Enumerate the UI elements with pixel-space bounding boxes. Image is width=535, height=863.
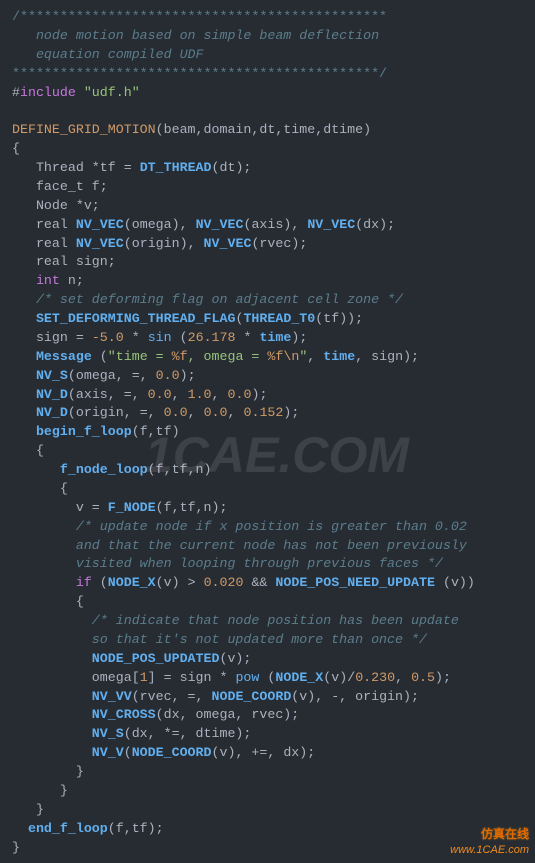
fn-dt-thread: DT_THREAD [140,160,212,175]
footer-watermark: 仿真在线 www.1CAE.com [450,826,529,859]
comment-line: visited when looping through previous fa… [76,556,443,571]
kw-include: include [20,85,76,100]
comment-line: /* update node if x position is greater … [76,519,467,534]
code-block: /***************************************… [12,8,535,857]
macro-define-grid: DEFINE_GRID_MOTION [12,122,156,137]
include-path: "udf.h" [84,85,140,100]
comment-line: /* set deforming flag on adjacent cell z… [36,292,403,307]
footer-url: www.1CAE.com [450,843,529,859]
args: (beam,domain,dt,time,dtime) [156,122,371,137]
comment-line: node motion based on simple beam deflect… [12,28,379,43]
comment-line: /***************************************… [12,9,387,24]
code-viewport: 1CAE.COM /******************************… [0,0,535,863]
comment-line: ****************************************… [12,66,387,81]
comment-line: equation compiled UDF [12,47,204,62]
comment-line: and that the current node has not been p… [76,538,467,553]
footer-cn: 仿真在线 [450,826,529,843]
comment-line: /* indicate that node position has been … [92,613,459,628]
comment-line: so that it's not updated more than once … [92,632,427,647]
